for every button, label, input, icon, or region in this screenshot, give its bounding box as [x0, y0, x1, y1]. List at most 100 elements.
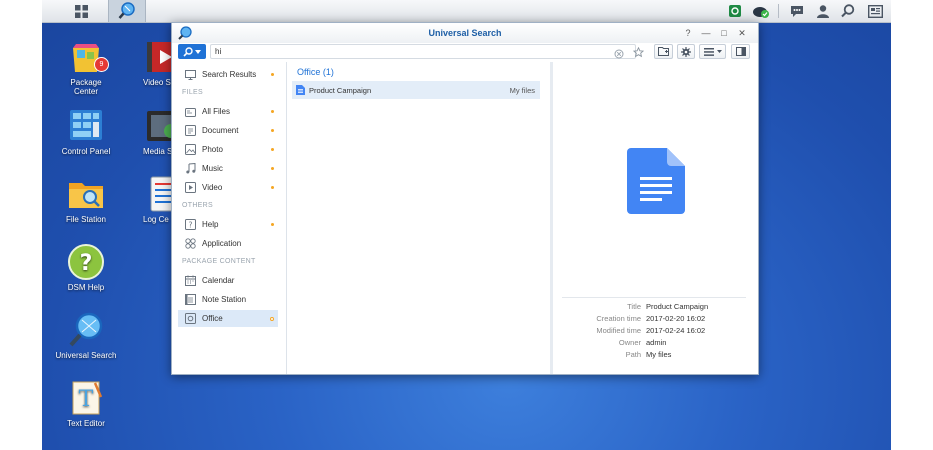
- desktop-icon-label: File Station: [65, 215, 107, 224]
- sidebar-item-application[interactable]: Application: [178, 235, 278, 252]
- desktop-icon-file-station[interactable]: File Station: [43, 175, 129, 224]
- section-heading-files: FILES: [182, 89, 203, 96]
- cloud-sync-button[interactable]: [750, 0, 772, 22]
- calendar-icon: [184, 275, 196, 287]
- view-mode-button[interactable]: [699, 44, 726, 59]
- desktop-icon-label: Universal Search: [55, 351, 117, 360]
- sidebar-item-label: Application: [202, 239, 242, 248]
- has-results-dot: [271, 110, 274, 113]
- toggle-preview-button[interactable]: [731, 44, 750, 59]
- sidebar-item-document[interactable]: Document: [178, 122, 278, 139]
- taskbar-app-universal-search[interactable]: [108, 0, 146, 22]
- has-results-dot: [271, 186, 274, 189]
- sidebar-item-calendar[interactable]: Calendar: [178, 272, 278, 289]
- office-icon: [184, 313, 196, 325]
- sidebar-item-office[interactable]: Office: [178, 310, 278, 327]
- toolbar: [172, 43, 758, 62]
- cloud-sync-icon: [753, 7, 769, 18]
- sidebar-item-photo[interactable]: Photo: [178, 141, 278, 158]
- meta-row-title: Title Product Campaign: [556, 302, 756, 313]
- meta-row-creation-time: Creation time 2017-02-20 16:02: [556, 314, 756, 325]
- svg-text:?: ?: [188, 221, 192, 230]
- meta-value: My files: [646, 350, 672, 359]
- has-results-dot: [270, 317, 274, 321]
- sidebar-item-all-files[interactable]: All Files: [178, 103, 278, 120]
- photo-icon: [184, 144, 196, 156]
- meta-key: Creation time: [596, 314, 641, 323]
- search-scope-button[interactable]: [178, 44, 206, 59]
- widgets-button[interactable]: [864, 0, 886, 22]
- window-titlebar[interactable]: Universal Search ? — □ ✕: [172, 23, 758, 43]
- caret-down-icon: [195, 49, 201, 54]
- document-icon: [184, 125, 196, 137]
- meta-key: Path: [625, 350, 641, 359]
- chat-button[interactable]: [786, 0, 808, 22]
- notification-app-button[interactable]: [724, 0, 746, 22]
- result-group-title[interactable]: Office (1): [297, 67, 334, 77]
- document-file-icon: [296, 85, 305, 95]
- sidebar-item-video[interactable]: Video: [178, 179, 278, 196]
- meta-key: Modified time: [596, 326, 641, 335]
- list-icon: [703, 47, 714, 56]
- minimize-button[interactable]: —: [700, 27, 712, 39]
- meta-key: Owner: [618, 338, 641, 347]
- universal-search-icon: [69, 312, 103, 347]
- meta-key: Title: [627, 302, 641, 311]
- all-files-icon: [184, 106, 196, 118]
- search-button[interactable]: [837, 0, 859, 22]
- sidebar-item-help[interactable]: ? Help: [178, 216, 278, 233]
- sidebar-item-music[interactable]: Music: [178, 160, 278, 177]
- desktop-icon-dsm-help[interactable]: ? DSM Help: [43, 243, 129, 292]
- section-heading-others: OTHERS: [182, 202, 213, 209]
- results-panel: Office (1) Product Campaign My files: [287, 62, 553, 374]
- desktop-icon-video-station[interactable]: Video St: [118, 38, 181, 87]
- add-folder-button[interactable]: [654, 44, 673, 59]
- maximize-button[interactable]: □: [718, 27, 730, 39]
- google-doc-icon: [627, 148, 685, 214]
- dsm-help-icon: ?: [68, 244, 104, 280]
- user-icon: [817, 5, 829, 18]
- sidebar-item-search-results[interactable]: Search Results: [178, 66, 278, 83]
- svg-text:T: T: [79, 387, 94, 412]
- category-sidebar: Search Results FILES All Files Document …: [172, 62, 287, 374]
- desktop-icon-package-center[interactable]: 9 Package Center: [43, 38, 129, 96]
- gear-icon: [681, 46, 691, 57]
- sidebar-item-label: Video: [202, 183, 223, 192]
- close-button[interactable]: ✕: [736, 27, 748, 39]
- desktop-icon-log-center[interactable]: Log Ce: [118, 175, 178, 224]
- clear-icon: [614, 49, 624, 59]
- settings-button[interactable]: [677, 44, 695, 59]
- preview-panel: Title Product Campaign Creation time 201…: [556, 62, 756, 374]
- bookmark-button[interactable]: [632, 45, 645, 63]
- application-icon: [184, 238, 196, 250]
- taskbar: [42, 0, 891, 23]
- preview-divider: [562, 297, 746, 298]
- sidebar-item-label: Document: [202, 126, 239, 135]
- sidebar-item-label: Search Results: [202, 70, 257, 79]
- notification-app-icon: [729, 5, 741, 17]
- sidebar-item-label: All Files: [202, 107, 231, 116]
- desktop-icon-label: DSM Help: [67, 283, 105, 292]
- monitor-icon: [184, 69, 196, 81]
- desktop-icon-media-server[interactable]: Media S: [118, 107, 181, 156]
- result-row[interactable]: Product Campaign My files: [292, 81, 540, 99]
- music-icon: [184, 163, 196, 175]
- meta-row-path: Path My files: [556, 350, 756, 361]
- meta-value: 2017-02-24 16:02: [646, 326, 706, 335]
- video-icon: [184, 182, 196, 194]
- sidebar-item-label: Note Station: [202, 295, 247, 304]
- desktop-icon-control-panel[interactable]: Control Panel: [43, 107, 129, 156]
- desktop-icon-label: Control Panel: [61, 147, 111, 156]
- desktop-icon-text-editor[interactable]: T Text Editor: [43, 379, 129, 428]
- sidebar-item-label: Office: [202, 314, 223, 323]
- help-button[interactable]: ?: [682, 27, 694, 39]
- desktop-icon-universal-search[interactable]: Universal Search: [43, 311, 129, 360]
- user-button[interactable]: [812, 0, 834, 22]
- main-menu-button[interactable]: [66, 0, 96, 22]
- package-center-badge: 9: [94, 57, 109, 72]
- has-results-dot: [271, 148, 274, 151]
- widgets-icon: [867, 4, 883, 18]
- control-panel-icon: [70, 110, 102, 140]
- search-input[interactable]: [210, 44, 636, 59]
- sidebar-item-note-station[interactable]: Note Station: [178, 291, 278, 308]
